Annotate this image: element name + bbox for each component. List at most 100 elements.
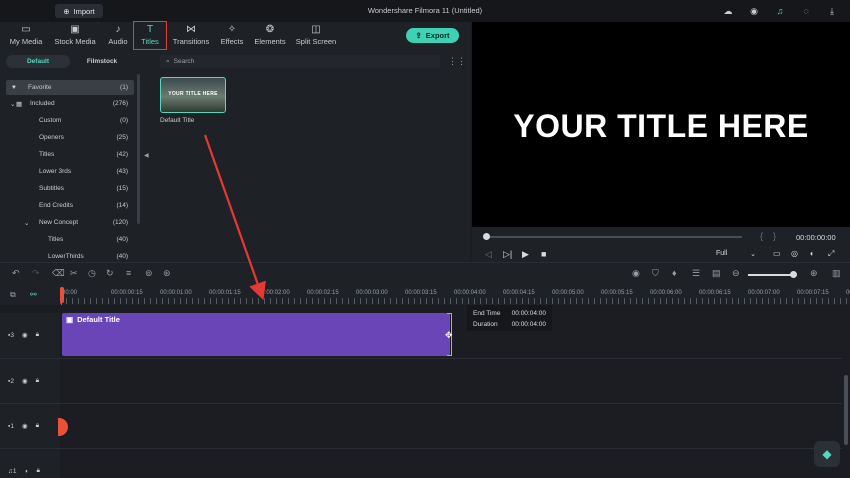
media-tabs: ▭ My Media ▣ Stock Media ♪ Audio T Title… (0, 22, 470, 50)
track-separator (0, 358, 842, 359)
title-clip[interactable] (62, 313, 450, 356)
sidebar-item-count: (43) (116, 168, 128, 175)
step-forward-icon[interactable]: ▷| (503, 249, 512, 260)
sidebar-item-count: (120) (112, 219, 128, 226)
ruler-label: 00:00:06:15 (699, 290, 731, 296)
tab-split-screen[interactable]: ◫ Split Screen (292, 22, 340, 50)
sidebar-item-favorite[interactable]: ♥ Favorite (1) (6, 80, 134, 95)
mixer-icon[interactable]: ☰ (692, 268, 700, 279)
preview-progress-track[interactable] (486, 236, 742, 238)
tab-audio[interactable]: ♪ Audio (104, 22, 132, 50)
search-input[interactable]: ⌕ Search (160, 55, 440, 68)
speaker-icon[interactable]: ◖ (25, 468, 29, 475)
sidebar-item-subtitles[interactable]: Subtitles (15) (6, 181, 134, 196)
sidebar-item-included[interactable]: ⌄ ▦ Included (276) (6, 96, 134, 111)
lock-icon[interactable]: 🔒︎ (36, 377, 39, 385)
sidebar-item-custom[interactable]: Custom (0) (6, 113, 134, 128)
split-screen-icon: ◫ (311, 24, 321, 35)
audio-mix-icon[interactable]: ⊛ (163, 268, 171, 279)
filmora-logo-icon[interactable]: ◆ (814, 441, 840, 467)
tab-effects[interactable]: ✧ Effects (216, 22, 248, 50)
fullscreen-icon[interactable]: ⤢ (828, 249, 834, 259)
title-thumbnail[interactable]: YOUR TITLE HERE (160, 77, 226, 113)
search-icon: ⌕ (166, 57, 170, 65)
ruler-label: 00:00:00:15 (111, 290, 143, 296)
collapse-sidebar-icon[interactable]: ◀ (144, 152, 149, 159)
notification-icon[interactable]: ◌ (800, 5, 812, 17)
lock-icon[interactable]: 🔒︎ (36, 467, 39, 475)
headset-icon[interactable]: ♫ (774, 5, 786, 17)
cut-icon[interactable]: ✂ (70, 268, 78, 279)
quality-select[interactable]: Full ⌄ (716, 250, 756, 258)
zoom-slider-knob[interactable] (790, 271, 797, 278)
sidebar-item-new-concept[interactable]: ⌄ New Concept (120) (6, 215, 134, 230)
prev-frame-icon[interactable]: ◁ (485, 249, 492, 260)
play-icon[interactable]: ▶ (522, 249, 529, 260)
stop-icon[interactable]: ■ (541, 249, 546, 259)
tab-default[interactable]: Default (6, 55, 70, 68)
zoom-slider-track[interactable] (748, 274, 796, 276)
duration-label: Duration (473, 321, 498, 328)
duration-value: 00:00:04:00 (511, 321, 546, 328)
snapshot-icon[interactable]: ◎ (791, 249, 798, 258)
render-icon[interactable]: ◉ (632, 268, 640, 279)
account-icon[interactable]: ◉ (748, 5, 760, 17)
tab-filmstock[interactable]: Filmstock (70, 55, 134, 68)
chevron-down-icon: ⌄ (10, 100, 16, 108)
track-header-video-2: ▪2 ◉ 🔒︎ (0, 359, 60, 403)
volume-icon[interactable]: ◖ (809, 249, 814, 258)
adjust-icon[interactable]: ≡ (126, 268, 131, 278)
timeline-scrollbar[interactable] (844, 375, 848, 445)
zoom-in-icon[interactable]: ⊕ (810, 268, 818, 279)
end-time-label: End Time (473, 310, 501, 317)
import-icon: ⊕ (63, 6, 70, 16)
redo-icon[interactable]: ↷ (32, 268, 40, 279)
color-icon[interactable]: ⊚ (145, 268, 153, 279)
sidebar-item-new-concept-titles[interactable]: Titles (40) (6, 232, 134, 247)
tab-stock-media[interactable]: ▣ Stock Media (50, 22, 100, 50)
lock-icon[interactable]: 🔒︎ (36, 422, 39, 430)
titles-tab-highlight (133, 21, 167, 50)
undo-icon[interactable]: ↶ (12, 268, 20, 279)
tab-label: Effects (220, 37, 244, 46)
download-icon[interactable]: ⤓ (826, 5, 838, 17)
sidebar-item-label: End Credits (39, 202, 73, 209)
playhead-handle[interactable] (60, 287, 64, 303)
sidebar-scrollbar[interactable] (137, 74, 140, 224)
tab-label: Transitions (172, 37, 210, 46)
mark-in-out-icon[interactable]: {} (760, 231, 786, 241)
lock-icon[interactable]: 🔒︎ (36, 331, 39, 339)
sidebar-item-titles[interactable]: Titles (42) (6, 147, 134, 162)
sidebar-item-count: (14) (116, 202, 128, 209)
eye-icon[interactable]: ◉ (22, 377, 28, 385)
ruler-label: 00:00:05:00 (552, 290, 584, 296)
add-track-icon[interactable]: ⧉ (10, 290, 16, 300)
sidebar-item-end-credits[interactable]: End Credits (14) (6, 198, 134, 213)
speed-icon[interactable]: ↻ (106, 268, 114, 279)
tab-my-media[interactable]: ▭ My Media (6, 22, 46, 50)
delete-icon[interactable]: ⌫ (52, 268, 65, 279)
grid-view-icon[interactable]: ⋮⋮ (448, 56, 466, 67)
tab-elements[interactable]: ❂ Elements (251, 22, 289, 50)
monitor-icon[interactable]: ▭ (773, 249, 781, 258)
subtitle-icon[interactable]: ▤ (712, 268, 721, 279)
track-header-video-1: ▪1 ◉ 🔒︎ (0, 404, 60, 448)
cloud-icon[interactable]: ☁ (722, 5, 734, 17)
heart-icon: ♥ (12, 84, 16, 91)
shield-icon[interactable]: ⛉ (652, 268, 659, 279)
preview-progress-knob[interactable] (483, 233, 490, 240)
eye-icon[interactable]: ◉ (22, 422, 28, 430)
zoom-out-icon[interactable]: ⊖ (732, 268, 740, 279)
export-button[interactable]: ⇪ Export (406, 28, 459, 43)
sidebar-item-openers[interactable]: Openers (25) (6, 130, 134, 145)
timer-icon[interactable]: ◷ (88, 268, 96, 279)
microphone-icon[interactable]: ♦ (672, 268, 677, 278)
pause-columns-icon[interactable]: ▥ (832, 268, 841, 279)
sidebar-item-count: (15) (116, 185, 128, 192)
thumbnail-text: YOUR TITLE HERE (168, 91, 218, 97)
link-icon[interactable]: ⚯ (30, 290, 37, 299)
import-button[interactable]: ⊕ Import (55, 4, 103, 18)
tab-transitions[interactable]: ⋈ Transitions (168, 22, 214, 50)
eye-icon[interactable]: ◉ (22, 331, 28, 339)
sidebar-item-lower-3rds[interactable]: Lower 3rds (43) (6, 164, 134, 179)
